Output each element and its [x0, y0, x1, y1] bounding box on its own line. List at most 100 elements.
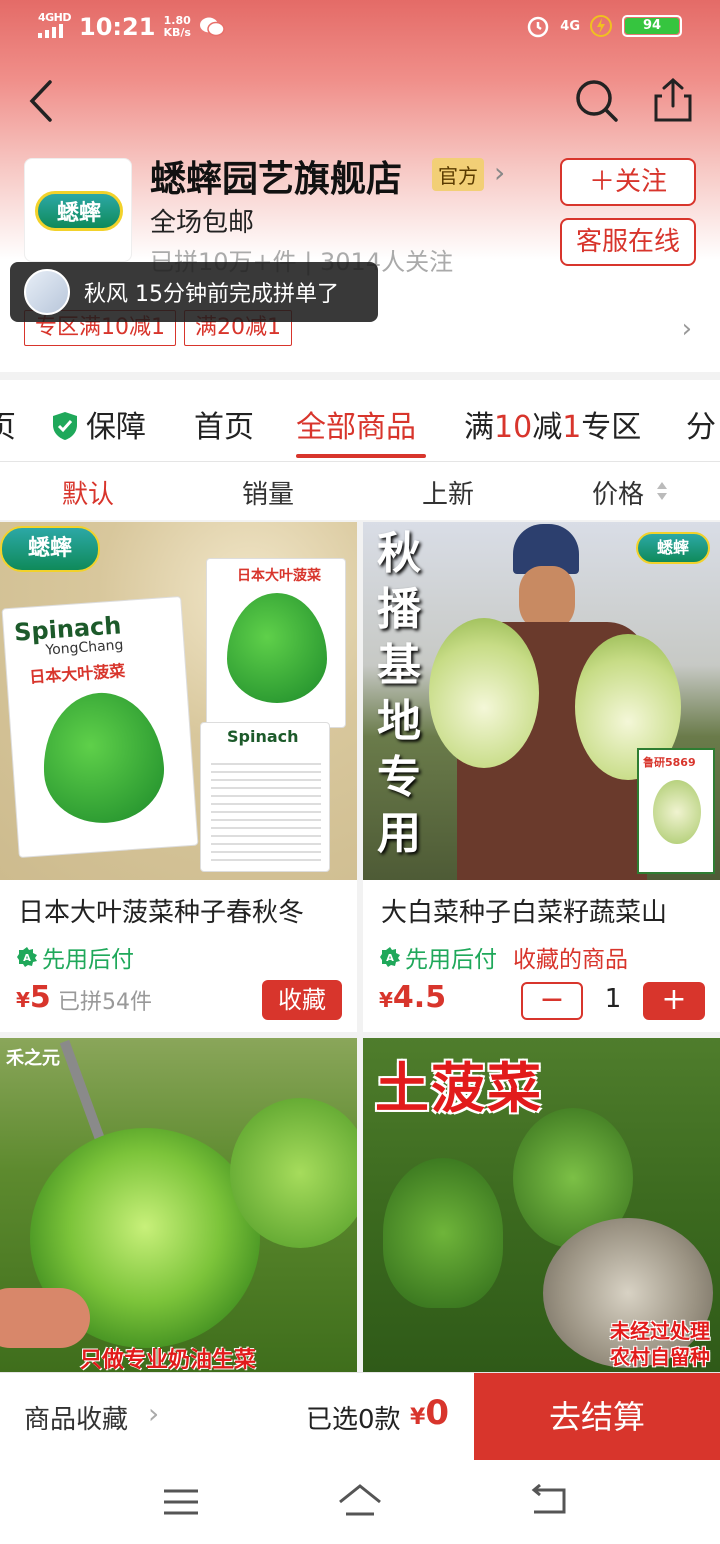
vertical-banner-text: 秋 播 基 地 专 用 — [371, 526, 427, 862]
group-buy-toast: 秋风 15分钟前完成拼单了 — [10, 262, 378, 322]
seed-packet: 鲁研5869 — [637, 748, 715, 874]
svg-text:A: A — [386, 953, 394, 964]
share-icon[interactable] — [648, 76, 698, 126]
tab-promo[interactable]: 满10减1专区 — [464, 402, 641, 446]
menu-icon[interactable] — [162, 1488, 200, 1516]
svg-text:A: A — [23, 953, 31, 964]
chevron-right-icon[interactable]: › — [494, 156, 505, 189]
currency-symbol: ¥ — [410, 1405, 426, 1430]
product-card[interactable]: 禾之元 只做专业奶油生菜 — [0, 1038, 357, 1372]
collect-button[interactable]: 收藏 — [262, 980, 342, 1020]
store-logo[interactable]: 蟋蟀 — [24, 158, 132, 262]
quantity-value: 1 — [604, 984, 622, 1014]
banner-char: 播 — [377, 584, 421, 635]
shipping-info: 全场包邮 — [150, 208, 255, 238]
sort-price[interactable]: 价格 — [592, 474, 644, 511]
product-card[interactable]: 蟋蟀 Spinach YongChang 日本大叶菠菜 日本大叶菠菜 Spina… — [0, 522, 357, 1032]
banner-char: 专 — [377, 752, 421, 803]
brand-logo: 蟋蟀 — [0, 526, 100, 572]
sold-count: 已拼54件 — [58, 990, 152, 1015]
battery-level: 94 — [625, 18, 679, 34]
checkout-button[interactable]: 去结算 — [474, 1373, 720, 1461]
selected-count: 已选0款 — [306, 1405, 401, 1435]
chevron-right-icon[interactable]: › — [682, 314, 692, 344]
total-price: ¥0 — [410, 1393, 449, 1433]
tab-promo-discount: 1 — [562, 410, 582, 445]
tab-promo-suffix: 专区 — [581, 410, 642, 445]
product-card[interactable]: 土菠菜 未经过处理 农村自留种 — [363, 1038, 720, 1372]
packet-cn: 日本大叶菠菜 — [28, 661, 126, 687]
store-info: 蟋蟀 蟋蟀园艺旗舰店 官方 › 全场包邮 已拼10万+件 | 3014人关注 ＋… — [0, 150, 720, 370]
official-badge: 官方 — [432, 158, 484, 191]
price: ¥5 — [16, 980, 51, 1015]
tab-partial-left[interactable]: 页 — [0, 402, 16, 446]
chevron-right-icon[interactable]: › — [148, 1397, 159, 1430]
decrease-quantity-button[interactable]: − — [521, 982, 583, 1020]
store-logo-text: 蟋蟀 — [35, 191, 123, 231]
pay-later-label: 先用后付 — [42, 947, 134, 973]
price: ¥4.5 — [379, 980, 446, 1015]
network-speed: 1.80 KB/s — [163, 14, 191, 39]
top-nav — [0, 62, 720, 142]
follow-button[interactable]: ＋关注 — [560, 158, 696, 206]
sort-bar: 默认 销量 上新 价格 — [0, 462, 720, 520]
total-amount: 0 — [425, 1393, 449, 1433]
network-type: 4G — [560, 18, 580, 34]
sort-default[interactable]: 默认 — [62, 474, 114, 511]
product-image[interactable]: 蟋蟀 Spinach YongChang 日本大叶菠菜 日本大叶菠菜 Spina… — [0, 522, 357, 880]
product-card[interactable]: 秋 播 基 地 专 用 蟋蟀 鲁研5869 大白菜种子白菜籽蔬菜山 A 先用后付… — [363, 522, 720, 1032]
tab-home[interactable]: 首页 — [194, 402, 254, 446]
toast-text: 秋风 15分钟前完成拼单了 — [84, 282, 339, 307]
sort-sales[interactable]: 销量 — [242, 474, 294, 511]
lettuce-image — [230, 1098, 357, 1248]
product-title[interactable]: 日本大叶菠菜种子春秋冬 — [18, 892, 304, 929]
image-caption-line: 农村自留种 — [610, 1345, 710, 1369]
cabbage-image — [653, 780, 701, 844]
tab-promo-prefix: 满 — [464, 410, 494, 445]
pay-later-label: 先用后付 — [405, 947, 497, 973]
product-image[interactable]: 禾之元 只做专业奶油生菜 — [0, 1038, 357, 1372]
increase-quantity-button[interactable]: + — [643, 982, 705, 1020]
back-icon[interactable] — [528, 1484, 568, 1518]
tab-guarantee[interactable]: 保障 — [52, 402, 146, 446]
product-image[interactable]: 秋 播 基 地 专 用 蟋蟀 鲁研5869 — [363, 522, 720, 880]
favorites-link[interactable]: 商品收藏 — [24, 1399, 128, 1436]
wechat-icon — [199, 17, 225, 37]
system-nav-bar — [0, 1460, 720, 1544]
price-amount: 5 — [29, 980, 51, 1015]
pay-later-tag: A 先用后付 — [16, 940, 134, 974]
store-tabs: 页 保障 首页 全部商品 满10减1专区 分 — [0, 380, 720, 462]
back-arrow-icon[interactable] — [24, 76, 64, 126]
status-bar: 4GHD 10:21 1.80 KB/s 4G 94 — [0, 0, 720, 56]
favorited-tag: 收藏的商品 — [513, 947, 628, 973]
shield-check-icon — [53, 412, 77, 440]
farmer-face — [519, 566, 575, 630]
product-title[interactable]: 大白菜种子白菜籽蔬菜山 — [381, 892, 667, 929]
customer-service-button[interactable]: 客服在线 — [560, 218, 696, 266]
spinach-leaf-image — [383, 1158, 503, 1308]
battery-icon: 94 — [622, 15, 682, 37]
tab-promo-mid: 减 — [532, 410, 563, 445]
price-amount: 4.5 — [392, 980, 447, 1015]
banner-char: 基 — [377, 640, 421, 691]
pay-later-icon: A — [17, 947, 37, 967]
image-caption: 只做专业奶油生菜 — [80, 1348, 257, 1372]
tab-all-products[interactable]: 全部商品 — [296, 402, 416, 446]
sort-arrows-icon[interactable] — [656, 480, 668, 502]
currency-symbol: ¥ — [379, 988, 393, 1012]
pay-later-tag: A 先用后付 — [379, 940, 497, 974]
image-caption: 未经过处理 农村自留种 — [610, 1318, 710, 1370]
store-name[interactable]: 蟋蟀园艺旗舰店 — [150, 150, 402, 202]
pay-later-icon: A — [380, 947, 400, 967]
charging-icon — [590, 15, 612, 37]
signal-icon: 4GHD — [38, 12, 72, 42]
home-icon[interactable] — [336, 1482, 384, 1522]
product-image[interactable]: 土菠菜 未经过处理 农村自留种 — [363, 1038, 720, 1372]
sort-new[interactable]: 上新 — [422, 474, 474, 511]
search-icon[interactable] — [572, 76, 622, 126]
spinach-leaf-image — [227, 593, 327, 703]
spinach-leaf-image — [38, 688, 168, 827]
tab-partial-right[interactable]: 分 — [686, 402, 716, 446]
banner-char: 用 — [377, 808, 421, 859]
seed-packet: Spinach YongChang 日本大叶菠菜 — [1, 596, 199, 858]
